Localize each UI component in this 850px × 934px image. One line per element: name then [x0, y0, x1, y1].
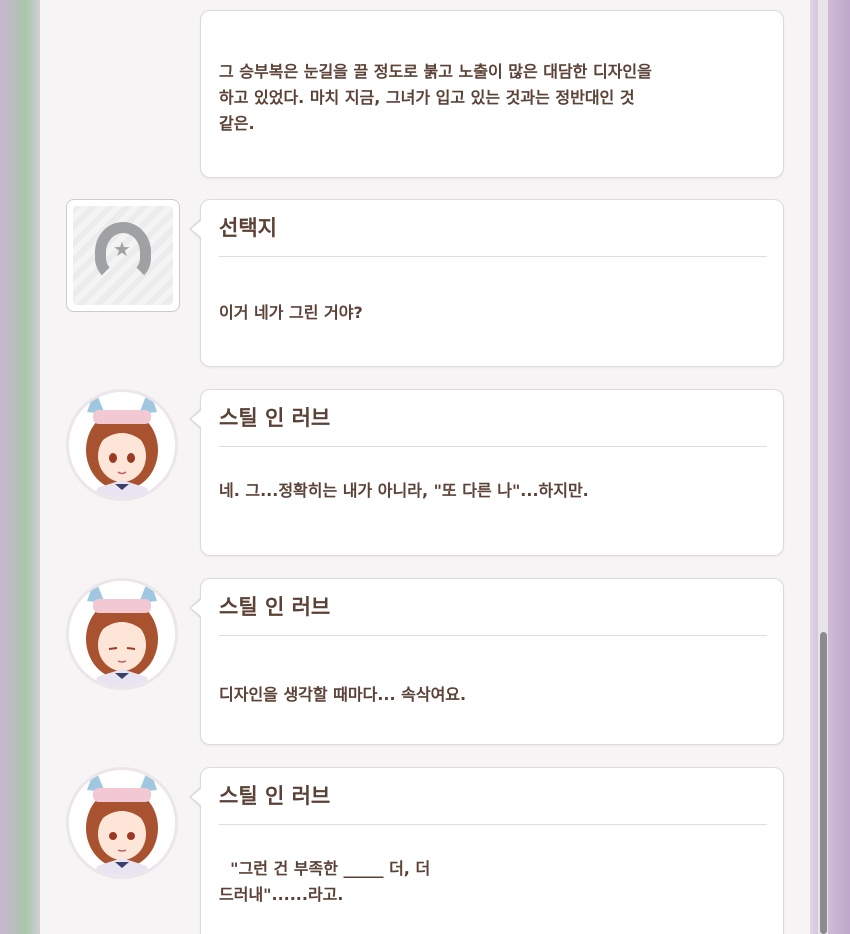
dialogue-bubble: 스틸 인 러브 디자인을 생각할 때마다... 속삭여요.: [189, 578, 784, 745]
narration-line: 그 승부복은 눈길을 끌 정도로 붉고 노출이 많은 대담한 디자인을: [219, 62, 652, 81]
character-avatar: [66, 578, 178, 690]
message-line: 네. 그...정확히는 내가 아니라, "또 다른 나"...하지만.: [219, 481, 589, 500]
speaker-name: 스틸 인 러브: [219, 784, 331, 808]
scrollbar-thumb[interactable]: [820, 632, 827, 934]
choice-bubble: 선택지 이거 네가 그린 거야?: [189, 199, 784, 367]
dialogue-bubble: 스틸 인 러브 "그런 건 부족한 _____ 더, 더 드러내"......라…: [189, 767, 784, 934]
message-line: 디자인을 생각할 때마다... 속삭여요.: [219, 685, 467, 704]
character-avatar: [66, 767, 178, 879]
message-line: "그런 건 부족한 _____ 더, 더: [219, 859, 431, 878]
message-line: 이거 네가 그린 거야?: [219, 303, 363, 322]
speaker-name: 선택지: [219, 216, 277, 240]
character-portrait-icon: [69, 392, 175, 498]
speaker-name: 스틸 인 러브: [219, 406, 331, 430]
narration-bubble: 그 승부복은 눈길을 끌 정도로 붉고 노출이 많은 대담한 디자인을 하고 있…: [200, 10, 784, 178]
divider: [219, 446, 767, 447]
divider: [219, 635, 767, 636]
dialogue-bubble: 스틸 인 러브 네. 그...정확히는 내가 아니라, "또 다른 나"...하…: [189, 389, 784, 556]
divider: [219, 824, 767, 825]
character-portrait-icon: [69, 770, 175, 876]
speaker-name: 스틸 인 러브: [219, 595, 331, 619]
character-avatar: [66, 389, 178, 501]
character-portrait-icon: [69, 581, 175, 687]
narration-line: 하고 있었다. 마치 지금, 그녀가 입고 있는 것과는 정반대인 것: [219, 88, 635, 107]
star-icon: ★: [113, 237, 131, 261]
narration-line: 같은.: [219, 114, 255, 133]
choice-avatar: ★: [66, 199, 180, 312]
divider: [219, 256, 767, 257]
message-line: 드러내"......라고.: [219, 885, 344, 904]
